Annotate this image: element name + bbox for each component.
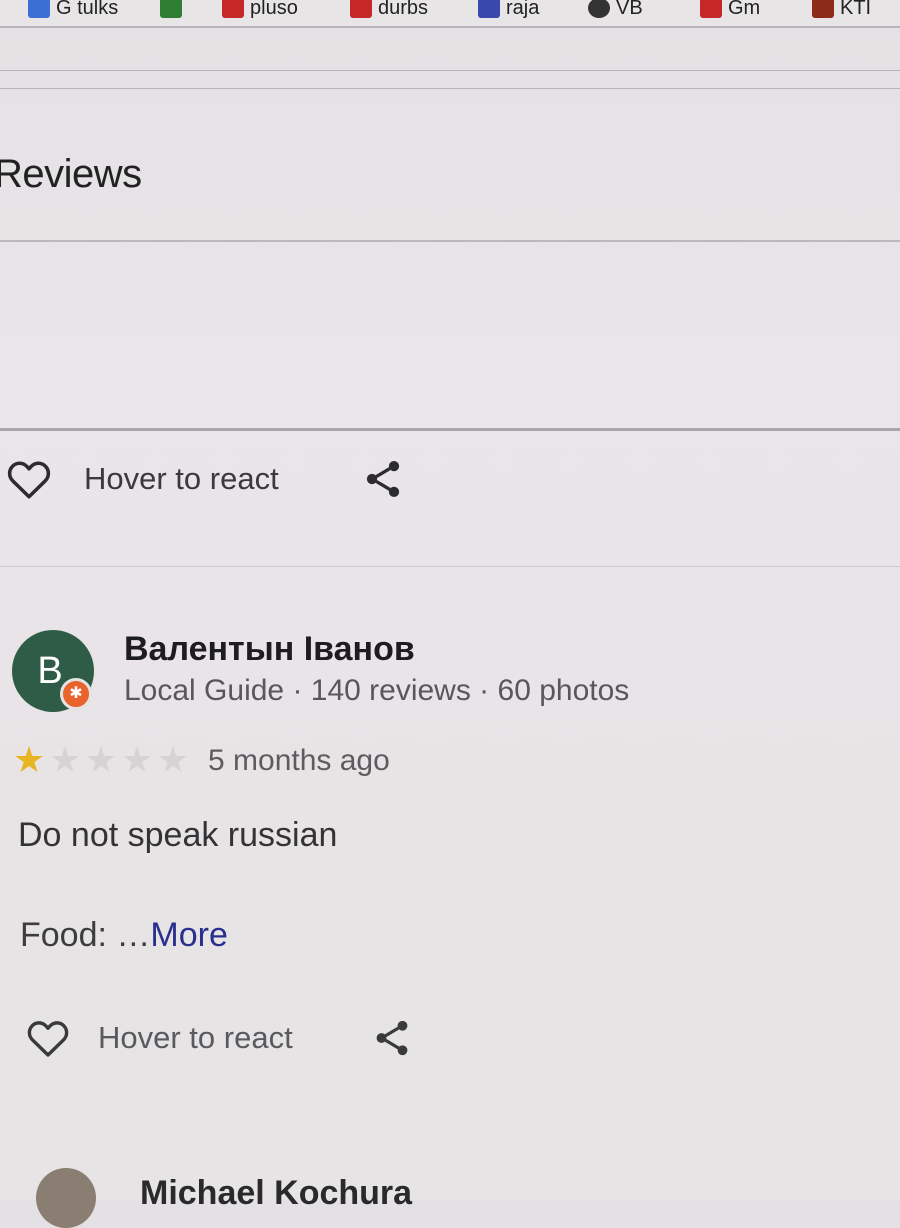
toolbar-divider bbox=[0, 88, 900, 89]
heart-icon[interactable] bbox=[22, 1014, 74, 1062]
hover-to-react-label[interactable]: Hover to react bbox=[84, 461, 279, 497]
food-label: Food: … bbox=[20, 916, 151, 954]
react-row: Hover to react bbox=[2, 454, 405, 504]
local-guide-badge-icon: ✱ bbox=[60, 678, 92, 710]
page-title: Reviews bbox=[0, 152, 142, 196]
bookmark-g-tulks[interactable]: G tulks bbox=[28, 0, 118, 20]
bookmark-icon bbox=[350, 0, 372, 18]
star-rating: ★ ★ ★ ★ ★ bbox=[12, 742, 190, 778]
section-divider bbox=[0, 240, 900, 242]
toolbar-divider bbox=[0, 26, 900, 28]
section-divider bbox=[0, 428, 900, 431]
heart-icon[interactable] bbox=[2, 454, 56, 504]
hover-to-react-label[interactable]: Hover to react bbox=[98, 1020, 293, 1056]
bookmark-icon bbox=[588, 0, 610, 18]
bookmark-label: pluso bbox=[250, 0, 298, 19]
bookmark-pluso[interactable]: pluso bbox=[222, 0, 298, 20]
share-icon[interactable] bbox=[361, 455, 405, 503]
star-icon: ★ bbox=[120, 739, 154, 780]
star-icon: ★ bbox=[48, 739, 82, 780]
bookmark-vb[interactable]: VB bbox=[588, 0, 643, 20]
reviewer-name[interactable]: Michael Kochura bbox=[140, 1174, 412, 1213]
gmail-icon bbox=[222, 0, 244, 18]
bookmark-2[interactable] bbox=[160, 0, 182, 20]
bookmark-durbs[interactable]: durbs bbox=[350, 0, 428, 20]
bookmark-icon bbox=[700, 0, 722, 18]
review-date: 5 months ago bbox=[208, 744, 390, 777]
reviewer-name[interactable]: Валентын Іванов bbox=[124, 630, 415, 669]
more-link[interactable]: More bbox=[150, 916, 227, 954]
star-icon: ★ bbox=[84, 739, 118, 780]
bookmarks-bar: G tulks pluso durbs raja VB Gm KTI bbox=[0, 0, 900, 26]
bookmark-label: durbs bbox=[378, 0, 429, 19]
bookmark-icon bbox=[160, 0, 182, 18]
react-row: Hover to react bbox=[22, 1014, 413, 1062]
bookmark-kti[interactable]: KTI bbox=[812, 0, 871, 20]
bookmark-label: KTI bbox=[840, 0, 872, 19]
bookmark-label: G tulks bbox=[56, 0, 119, 19]
bookmark-label: raja bbox=[506, 0, 540, 19]
avatar[interactable] bbox=[36, 1168, 96, 1228]
reviewer-meta: Local Guide · 140 reviews · 60 photos bbox=[124, 674, 630, 707]
bookmark-icon bbox=[478, 0, 500, 18]
bookmark-gm[interactable]: Gm bbox=[700, 0, 760, 20]
avatar-letter: B bbox=[37, 649, 63, 692]
share-icon[interactable] bbox=[371, 1015, 413, 1061]
review-continuation: Food: …More bbox=[20, 916, 228, 955]
bookmark-label: VB bbox=[616, 0, 643, 19]
review-divider bbox=[0, 566, 900, 567]
toolbar-divider bbox=[0, 70, 900, 71]
review-text: Do not speak russian bbox=[18, 816, 338, 854]
star-icon: ★ bbox=[12, 739, 46, 780]
bookmark-label: Gm bbox=[728, 0, 761, 19]
google-translate-icon bbox=[28, 0, 50, 18]
bookmark-raja[interactable]: raja bbox=[478, 0, 539, 20]
bookmark-icon bbox=[812, 0, 834, 18]
star-icon: ★ bbox=[156, 739, 190, 780]
